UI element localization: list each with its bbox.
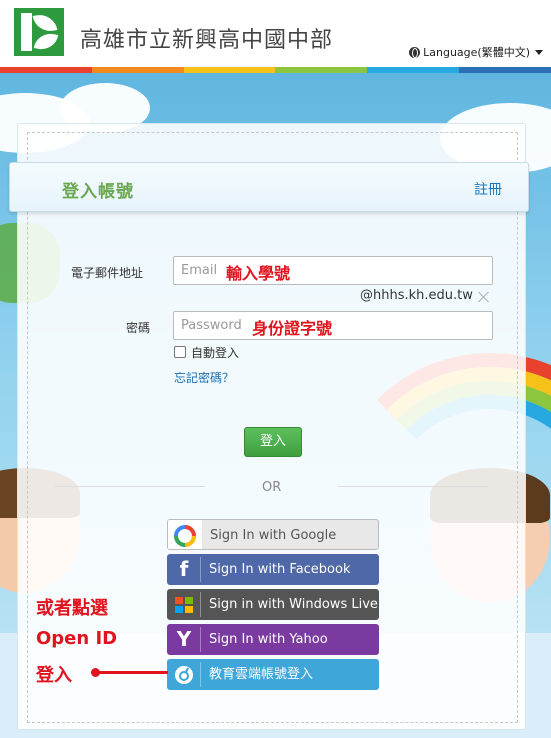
login-button[interactable]: 登入 — [244, 427, 302, 457]
clear-icon[interactable] — [478, 291, 490, 303]
facebook-signin-label: Sign In with Facebook — [209, 562, 351, 577]
divider-left — [55, 486, 205, 487]
email-field[interactable]: Email — [173, 256, 493, 285]
windows-icon — [167, 589, 201, 620]
email-label: 電子郵件地址 — [71, 266, 144, 280]
globe-icon — [409, 46, 421, 58]
google-signin-button[interactable]: Sign In with Google — [167, 519, 379, 550]
register-link[interactable]: 註冊 — [474, 179, 502, 199]
language-selector[interactable]: Language(繁體中文) — [409, 44, 543, 60]
edu-cloud-signin-label: 教育雲端帳號登入 — [209, 667, 314, 682]
email-domain: @hhhs.kh.edu.tw — [360, 288, 473, 303]
site-header: 高雄市立新興高中國中部 Language(繁體中文) — [0, 0, 551, 67]
email-hint: 輸入學號 — [226, 264, 291, 283]
yahoo-icon: Y — [167, 624, 201, 655]
edu-cloud-icon — [167, 659, 201, 690]
google-icon — [168, 520, 202, 549]
login-panel-header: 登入帳號 註冊 — [9, 162, 529, 212]
annotation-line-3: 登入 — [36, 665, 72, 686]
forgot-password-link[interactable]: 忘記密碼？ — [174, 369, 234, 386]
edu-cloud-signin-button[interactable]: 教育雲端帳號登入 — [167, 659, 379, 690]
password-label: 密碼 — [126, 321, 151, 335]
panel-title: 登入帳號 — [62, 182, 134, 202]
annotation-arrow — [91, 668, 168, 677]
school-logo-icon[interactable] — [14, 8, 64, 56]
facebook-icon: f — [167, 554, 201, 585]
email-placeholder: Email — [181, 263, 218, 278]
language-label: Language(繁體中文) — [423, 46, 530, 59]
remember-checkbox[interactable] — [174, 346, 186, 358]
facebook-signin-button[interactable]: f Sign In with Facebook — [167, 554, 379, 585]
remember-label: 自動登入 — [191, 346, 240, 360]
or-text: OR — [262, 480, 282, 495]
yahoo-signin-button[interactable]: Y Sign In with Yahoo — [167, 624, 379, 655]
annotation-line-1: 或者點選 — [36, 598, 108, 619]
divider-right — [338, 486, 488, 487]
password-placeholder: Password — [181, 318, 242, 333]
google-signin-label: Sign In with Google — [210, 528, 337, 543]
password-field[interactable]: Password — [173, 311, 493, 340]
windows-live-signin-button[interactable]: Sign in with Windows Live — [167, 589, 379, 620]
site-title: 高雄市立新興高中國中部 — [80, 28, 334, 53]
password-hint: 身份證字號 — [252, 319, 333, 338]
caret-down-icon — [535, 49, 543, 55]
annotation-line-2: Open ID — [36, 628, 118, 649]
yahoo-signin-label: Sign In with Yahoo — [209, 632, 328, 647]
windows-live-signin-label: Sign in with Windows Live — [209, 597, 378, 612]
